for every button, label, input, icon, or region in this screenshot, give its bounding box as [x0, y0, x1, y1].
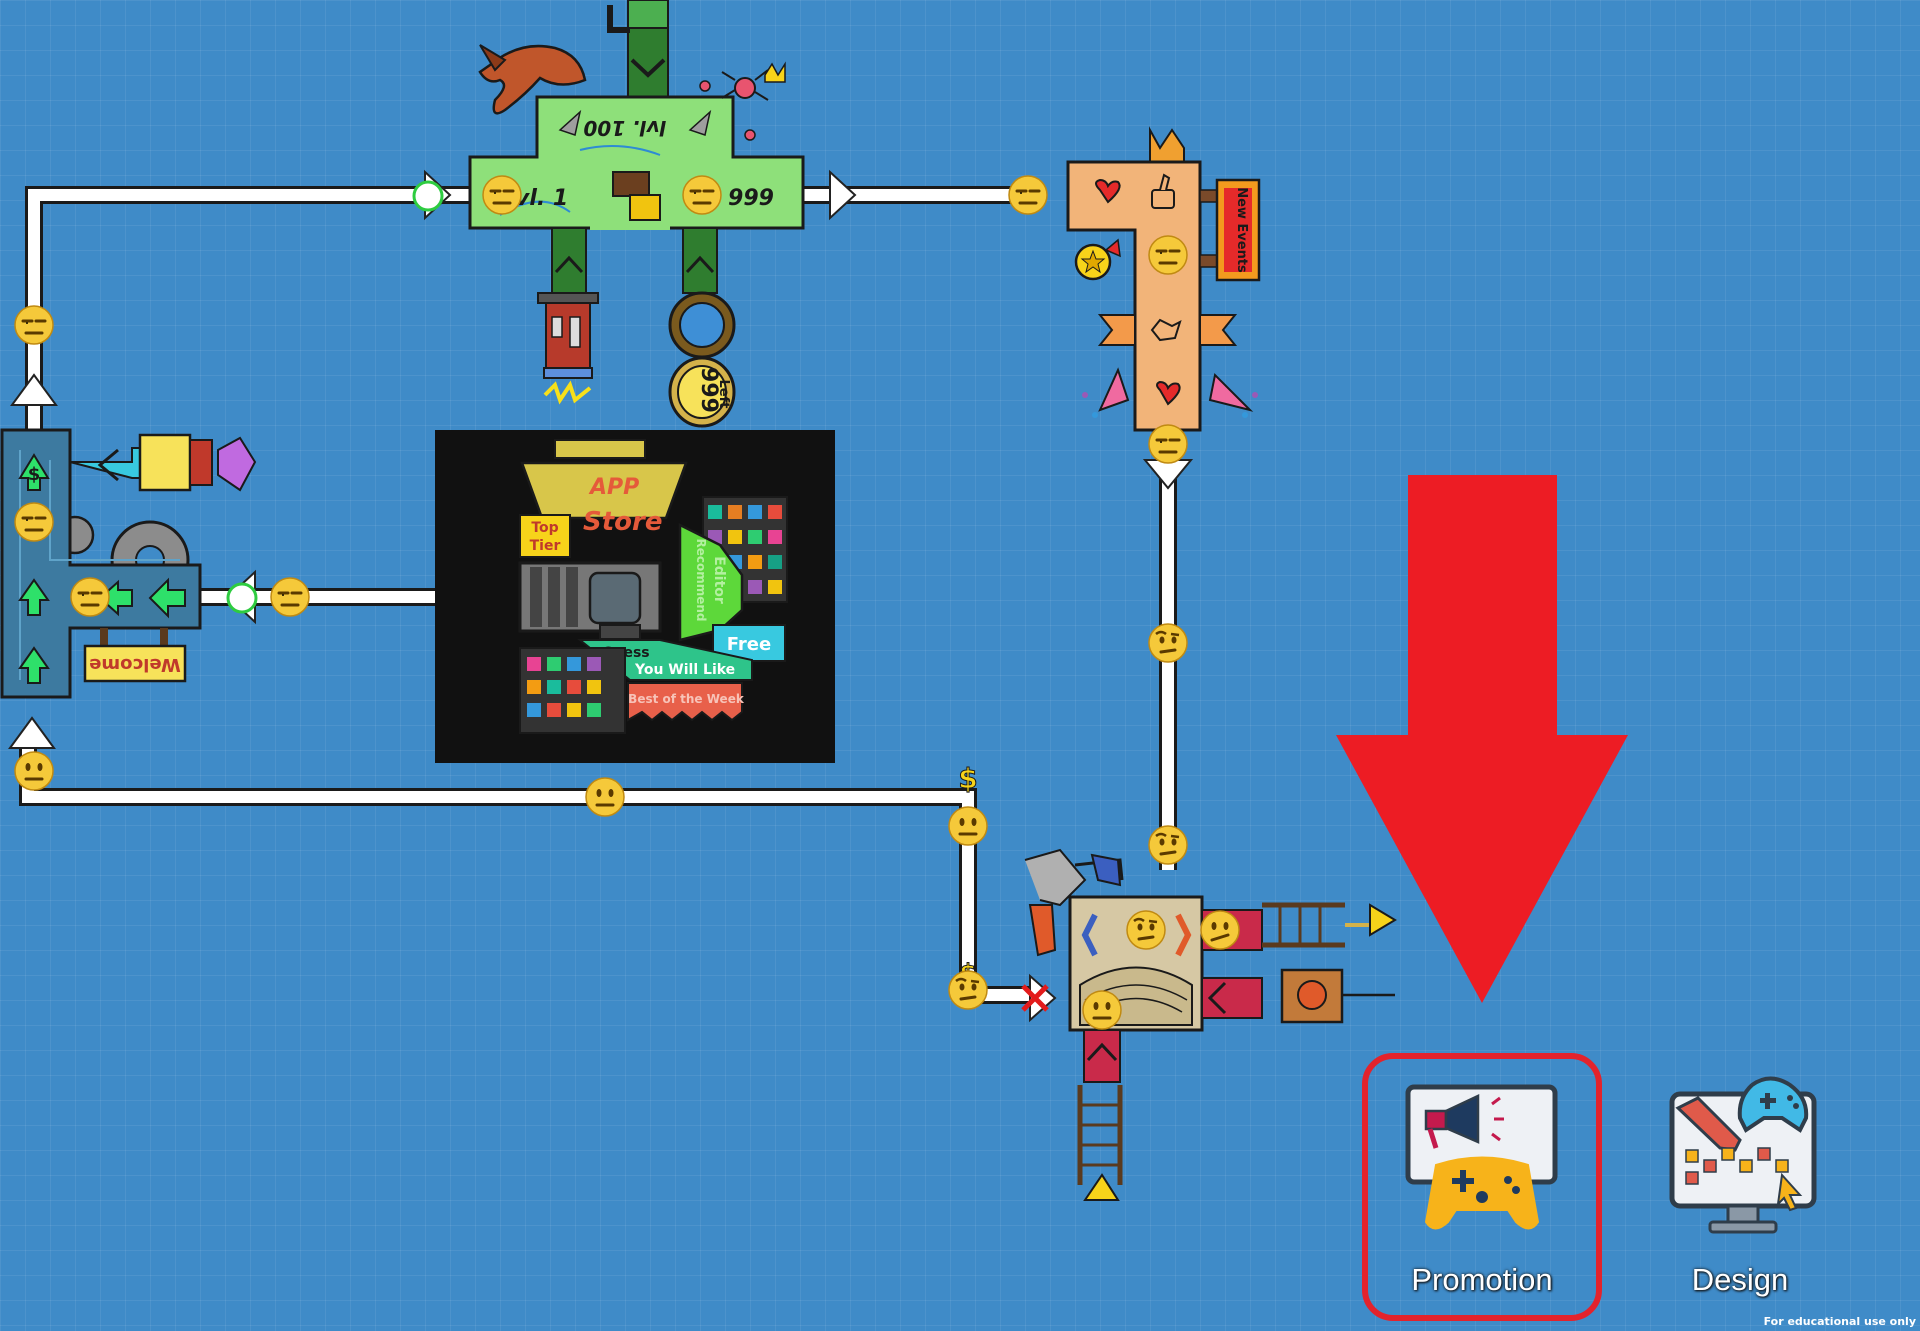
- path-node[interactable]: [412, 180, 444, 212]
- promotion-label[interactable]: Promotion: [1372, 1262, 1592, 1298]
- counter-unit: Left: [716, 380, 731, 409]
- dollar-sign: $: [28, 464, 41, 485]
- design-label[interactable]: Design: [1630, 1262, 1850, 1298]
- arena-building[interactable]: [1024, 848, 1397, 1201]
- app-store-panel[interactable]: APP Store Top Tier Editor Recommend Free…: [435, 430, 835, 763]
- player-token[interactable]: [1147, 824, 1189, 866]
- megaphone-gamepad-icon[interactable]: [1405, 1084, 1558, 1230]
- welcome-label: Welcome: [89, 654, 181, 675]
- path-node[interactable]: [226, 582, 258, 614]
- tag-free: Free: [727, 634, 771, 655]
- countdown-timer-icon: 999 Left: [668, 291, 736, 428]
- player-token[interactable]: [1147, 622, 1189, 664]
- player-token[interactable]: [13, 304, 55, 346]
- party-popper-icon: [1208, 372, 1258, 418]
- ladder-icon: [1262, 902, 1397, 948]
- player-token[interactable]: [481, 174, 523, 216]
- player-token[interactable]: [1007, 174, 1049, 216]
- player-token[interactable]: [13, 750, 55, 792]
- footer-note: For educational use only: [1763, 1315, 1916, 1328]
- app-store-title-line2: Store: [583, 507, 662, 537]
- level-label-top: lvl. 100: [583, 116, 666, 140]
- app-store-title-line1: APP: [588, 475, 639, 500]
- editor-tag-line2: Recommend: [694, 538, 708, 621]
- tag-guess-line2: You Will Like: [634, 662, 735, 678]
- player-token[interactable]: [584, 776, 626, 818]
- player-token[interactable]: [1147, 423, 1189, 465]
- tag-top-line2: Tier: [530, 538, 561, 554]
- monitor-design-icon[interactable]: [1669, 1076, 1817, 1234]
- player-token[interactable]: [947, 969, 989, 1011]
- player-token[interactable]: [1199, 909, 1241, 951]
- tag-top-line1: Top: [531, 520, 558, 536]
- tag-best-of-week: Best of the Week: [628, 692, 745, 706]
- gem-icon: [217, 436, 257, 492]
- player-token[interactable]: [681, 174, 723, 216]
- star-medal-icon: [1074, 238, 1121, 281]
- factory-building[interactable]: $ Welcome: [0, 428, 257, 699]
- cactus-icon: [607, 0, 669, 33]
- player-token[interactable]: [1147, 234, 1189, 276]
- app-grid-icon: [519, 647, 626, 734]
- editor-tag-line1: Editor: [711, 556, 727, 604]
- conveyor-machine: [69, 433, 257, 492]
- player-token[interactable]: [269, 576, 311, 618]
- generator-icon: [537, 292, 599, 405]
- camera-machine-icon: [518, 561, 662, 640]
- player-token[interactable]: [1081, 989, 1123, 1031]
- path-arrow-up-2: [8, 716, 56, 749]
- banner-icon: [1280, 968, 1395, 1024]
- event-tower[interactable]: New Events: [1066, 126, 1261, 432]
- new-events-label: New Events: [1234, 187, 1249, 273]
- party-popper-icon: [1082, 367, 1130, 418]
- player-token[interactable]: [1125, 909, 1167, 951]
- path-arrow-up-1: [10, 373, 58, 406]
- player-token[interactable]: [13, 501, 55, 543]
- level-dungeon[interactable]: lvl. 100 vl. 1 . 999 999 Left: [468, 0, 805, 428]
- player-token[interactable]: [947, 805, 989, 847]
- path-arrow-down-1: [1142, 459, 1194, 490]
- player-token[interactable]: [69, 576, 111, 618]
- level-label-bottom-left: vl. 1: [515, 186, 568, 211]
- currency-marker: $: [958, 762, 977, 795]
- path-arrow-right-2: [829, 169, 857, 221]
- new-events-sign: New Events: [1215, 178, 1261, 282]
- game-board: lvl. 100 vl. 1 . 999 999 Left New Events…: [0, 0, 1817, 1321]
- ladder-icon: [1077, 1085, 1123, 1201]
- welcome-sign: Welcome: [83, 628, 187, 683]
